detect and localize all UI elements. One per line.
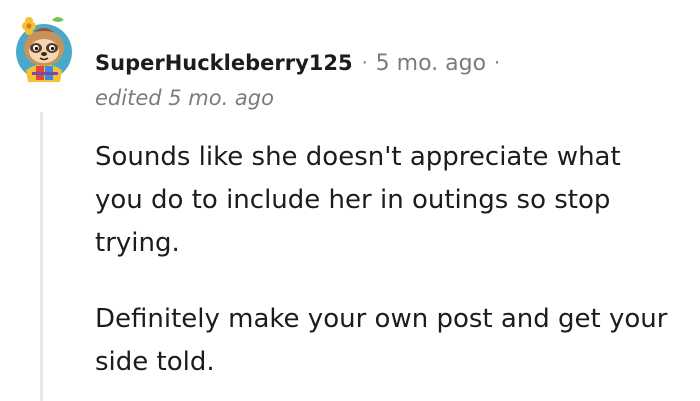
edited-label: edited 5 mo. ago xyxy=(95,86,274,110)
comment: SuperHuckleberry125 · 5 mo. ago · edited… xyxy=(0,0,700,401)
avatar-icon xyxy=(16,17,72,82)
user-avatar[interactable] xyxy=(12,12,76,84)
timestamp-link[interactable]: 5 mo. ago xyxy=(376,51,486,76)
comment-paragraph: Definitely make your own post and get yo… xyxy=(95,304,668,377)
username-link[interactable]: SuperHuckleberry125 xyxy=(95,51,353,75)
comment-body: Sounds like she doesn't appreciate what … xyxy=(95,136,685,384)
separator-dot: · xyxy=(361,52,368,74)
thread-line[interactable] xyxy=(40,112,43,401)
separator-dot: · xyxy=(494,52,501,74)
comment-paragraph: Sounds like she doesn't appreciate what … xyxy=(95,142,621,258)
comment-meta: SuperHuckleberry125 · 5 mo. ago · xyxy=(95,47,500,79)
